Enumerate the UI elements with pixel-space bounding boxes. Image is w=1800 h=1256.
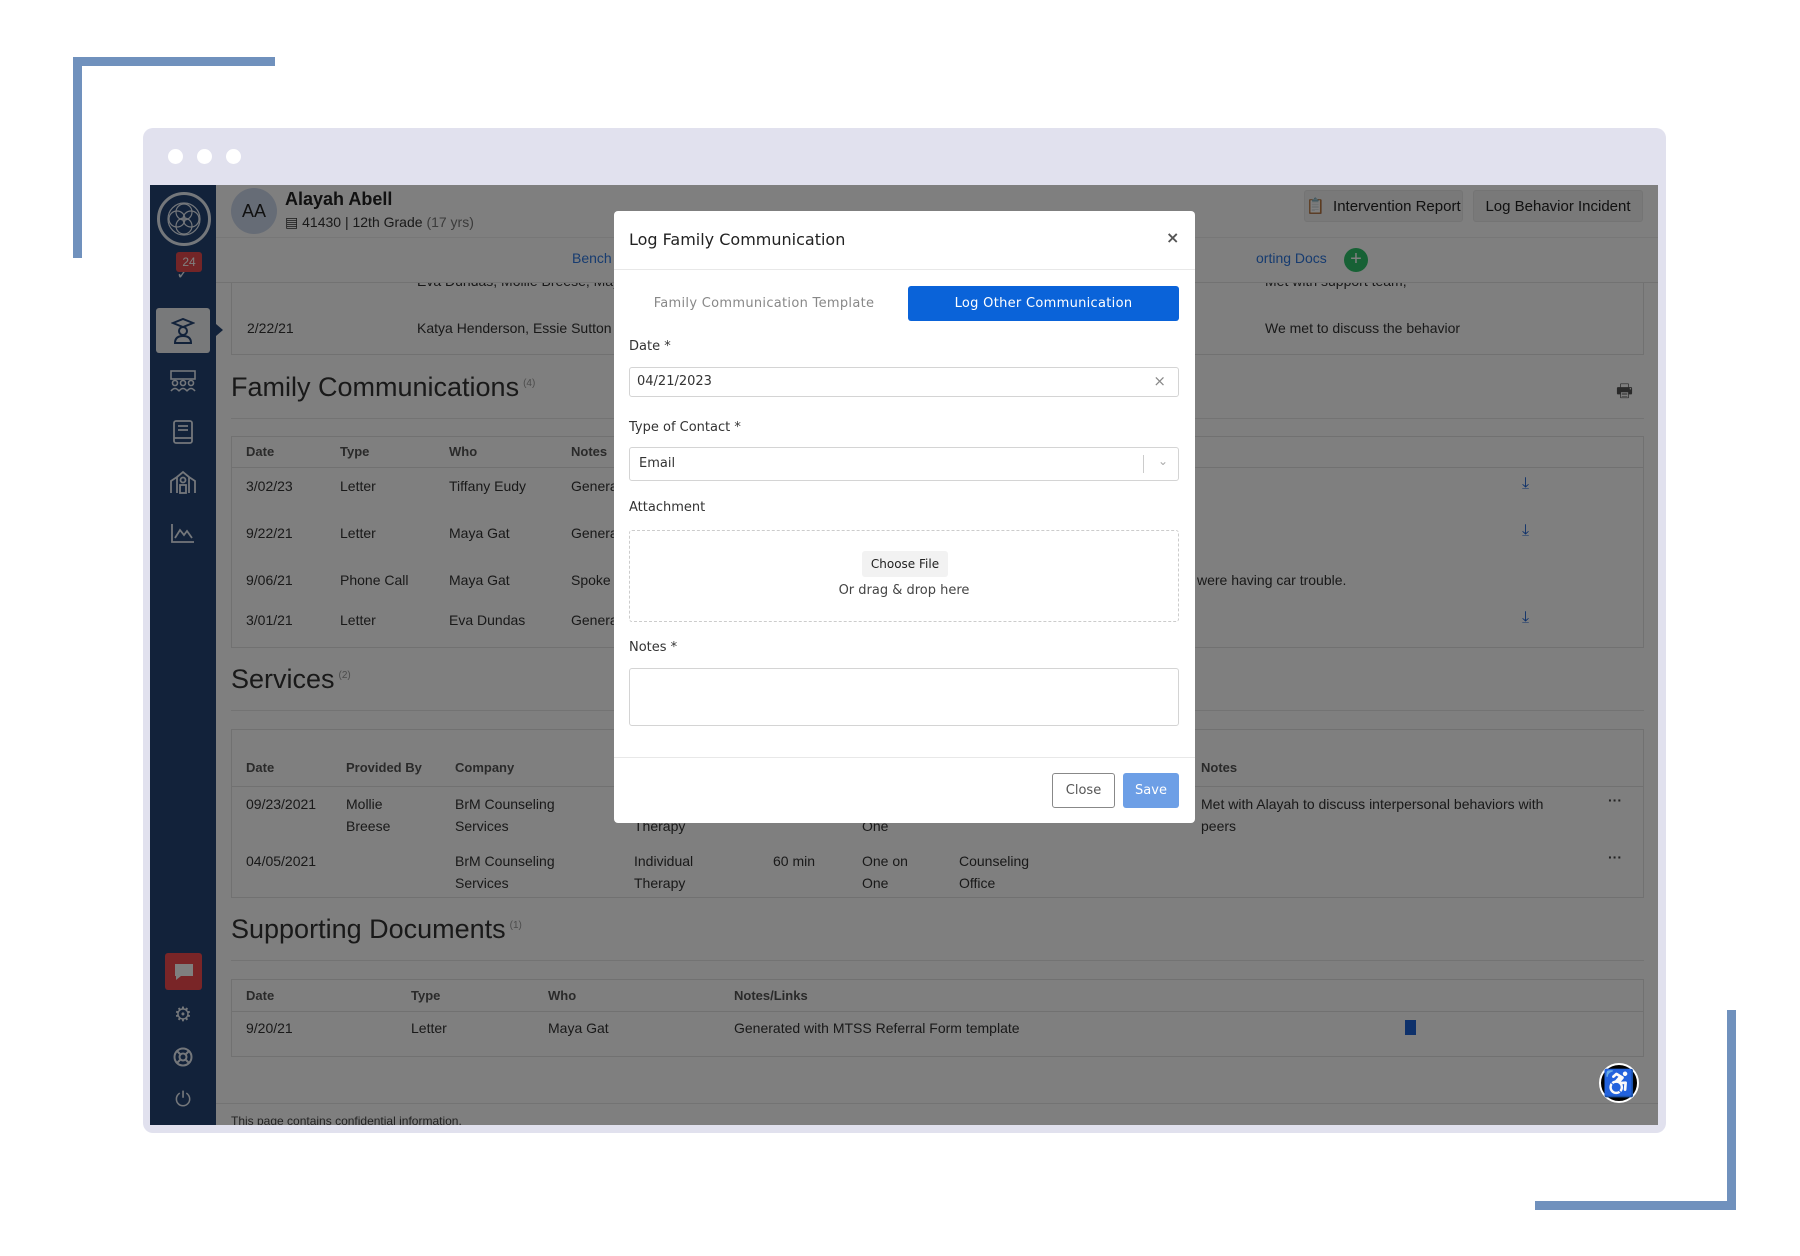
notes-label: Notes * — [629, 640, 678, 655]
close-button[interactable]: Close — [1052, 773, 1115, 808]
chevron-down-icon: ⌄ — [1157, 454, 1168, 468]
tab-family-communication-template[interactable]: Family Communication Template — [629, 286, 899, 321]
drag-drop-text: Or drag & drop here — [838, 583, 970, 598]
decor-corner-top — [73, 57, 275, 66]
window-dot — [168, 149, 183, 164]
decor-corner-bottom — [1535, 1201, 1736, 1210]
type-of-contact-label: Type of Contact * — [629, 420, 741, 435]
file-dropzone[interactable]: Choose File Or drag & drop here — [629, 530, 1179, 622]
accessibility-icon[interactable]: ♿ — [1599, 1063, 1639, 1103]
attachment-label: Attachment — [629, 500, 706, 515]
log-family-communication-modal: Log Family Communication × Family Commun… — [614, 211, 1195, 823]
window-dot — [197, 149, 212, 164]
clear-date-icon[interactable]: × — [1153, 372, 1166, 390]
date-label: Date * — [629, 339, 671, 354]
save-button[interactable]: Save — [1123, 773, 1179, 808]
modal-footer-divider — [614, 757, 1195, 758]
notes-textarea[interactable] — [629, 668, 1179, 726]
modal-header-divider — [614, 269, 1195, 270]
close-icon[interactable]: × — [1166, 228, 1179, 247]
window-dot — [226, 149, 241, 164]
decor-corner-right — [1727, 1010, 1736, 1210]
decor-corner-left — [73, 57, 82, 258]
type-of-contact-select[interactable]: Email ⌄ — [629, 447, 1179, 481]
modal-title: Log Family Communication — [629, 230, 846, 249]
select-separator — [1143, 455, 1144, 473]
choose-file-button[interactable]: Choose File — [862, 551, 948, 577]
tab-log-other-communication[interactable]: Log Other Communication — [908, 286, 1179, 321]
date-input[interactable]: 04/21/2023 × — [629, 367, 1179, 397]
